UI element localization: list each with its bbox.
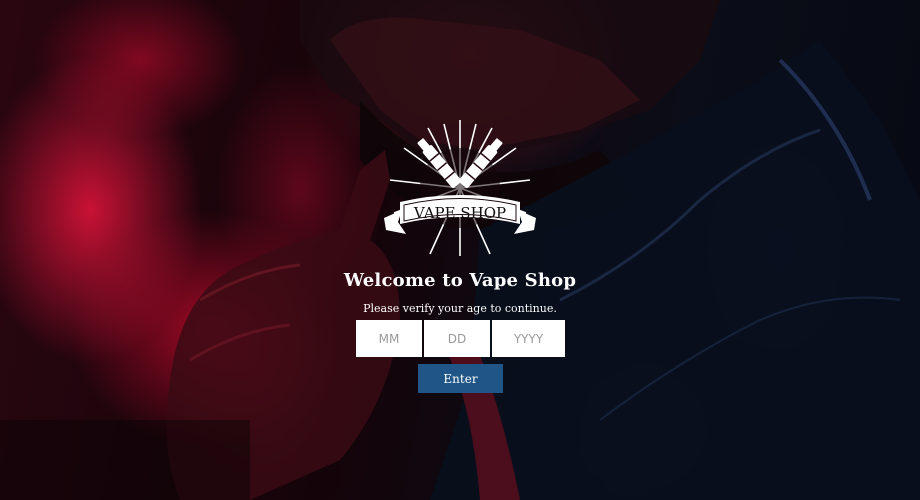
enter-button[interactable]: Enter bbox=[418, 364, 503, 393]
logo-text: VAPE SHOP bbox=[413, 204, 506, 222]
age-gate-page: VAPE SHOP Welcome to Vape Shop Please ve… bbox=[0, 0, 920, 500]
page-title: Welcome to Vape Shop bbox=[343, 270, 577, 291]
age-verification-prompt: Please verify your age to continue. bbox=[363, 302, 557, 315]
year-input[interactable] bbox=[492, 320, 565, 357]
month-input[interactable] bbox=[356, 320, 422, 357]
birthdate-fields bbox=[356, 320, 565, 357]
vape-shop-logo: VAPE SHOP bbox=[380, 118, 540, 258]
age-gate: VAPE SHOP Welcome to Vape Shop Please ve… bbox=[0, 0, 920, 500]
day-input[interactable] bbox=[424, 320, 490, 357]
